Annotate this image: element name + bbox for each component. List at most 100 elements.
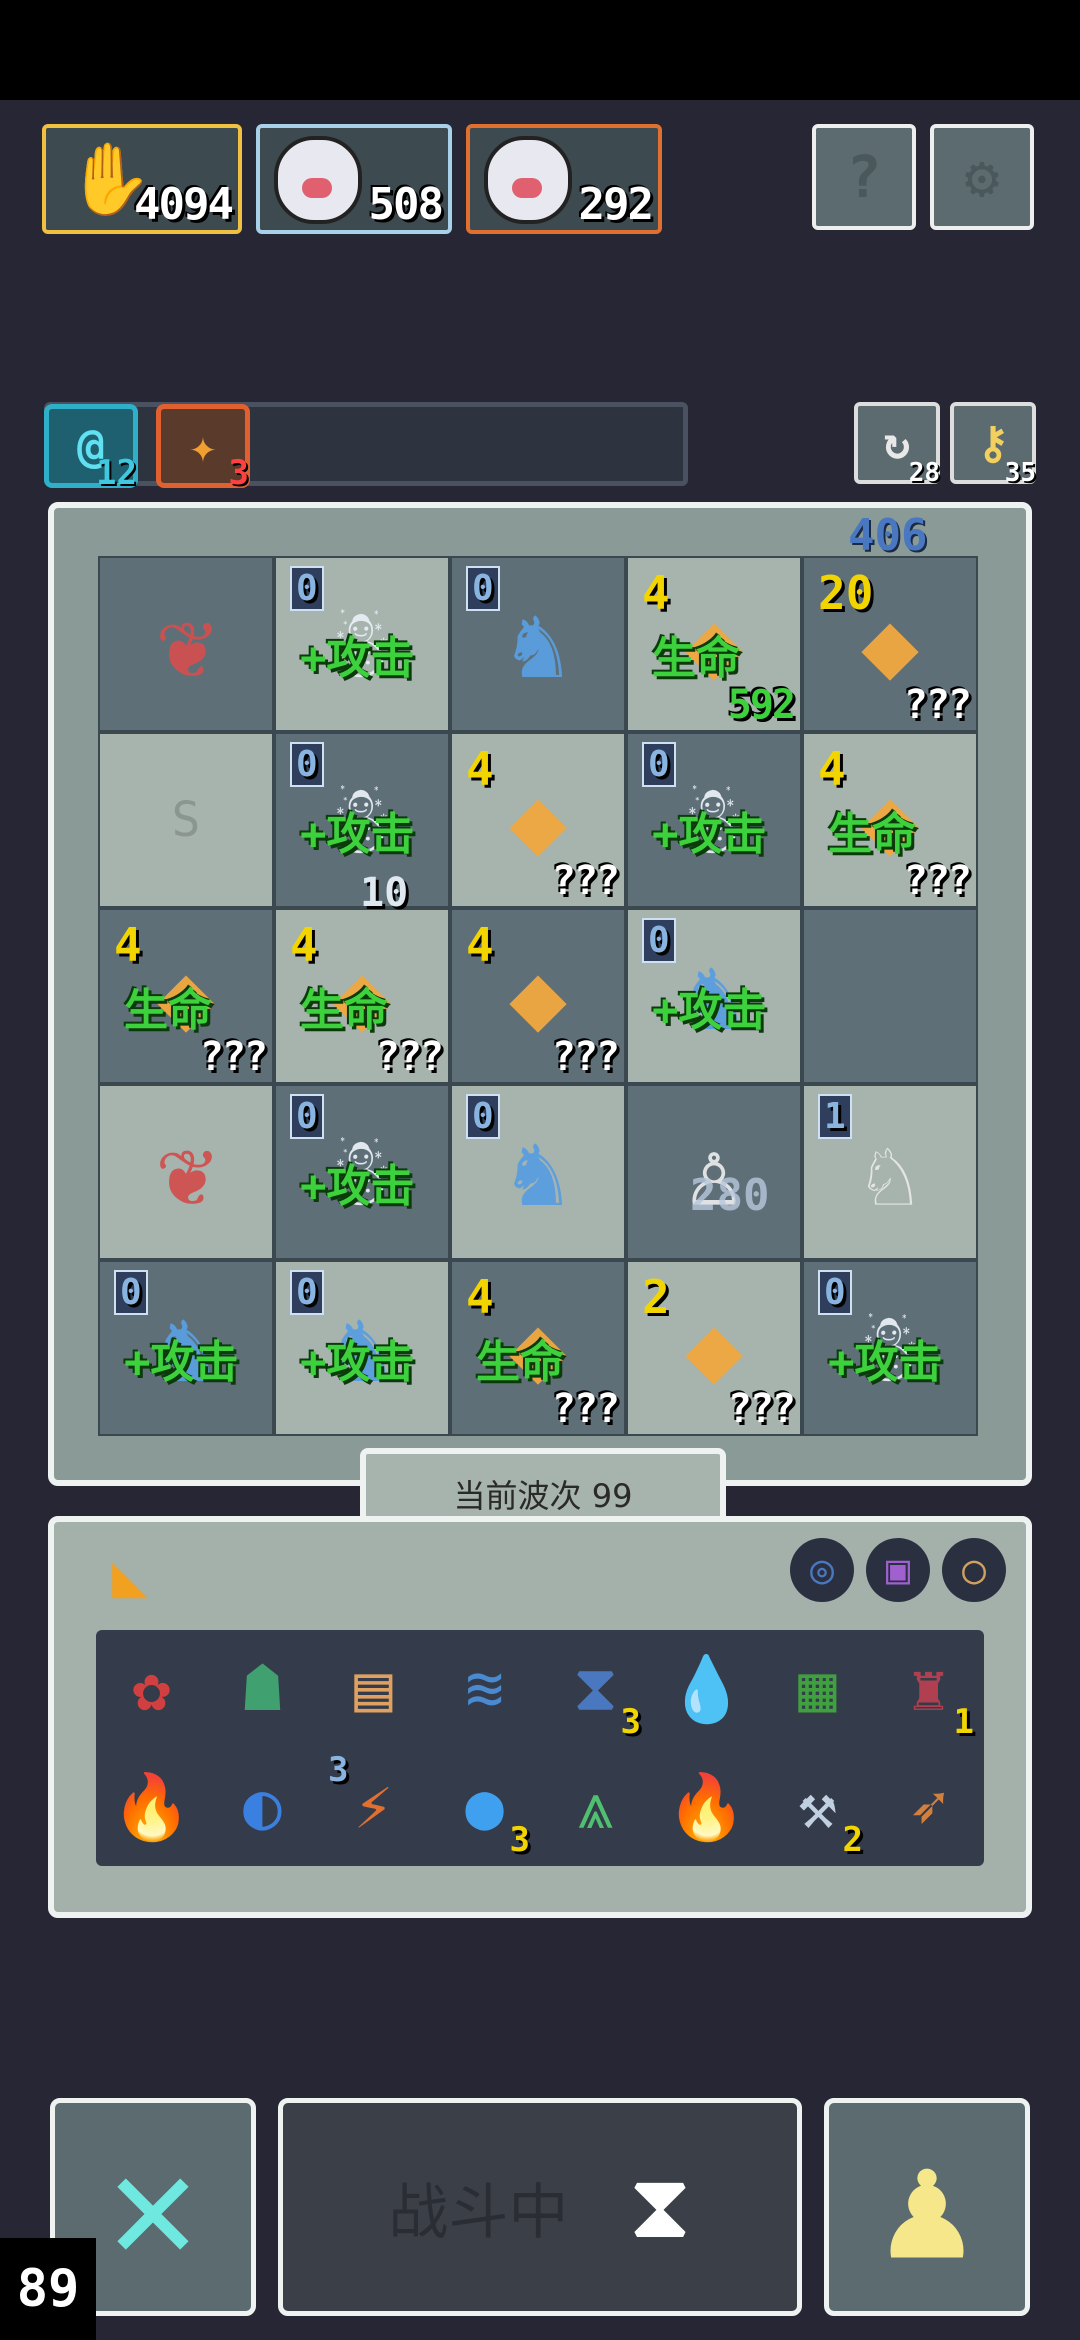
wave-label: 当前波次 99: [453, 1477, 633, 1515]
amulet-icon: ▣: [885, 1547, 911, 1593]
cell-effect-tag: +攻击: [652, 809, 767, 860]
key-count: 35: [1004, 458, 1036, 488]
inventory-tab[interactable]: ◣: [80, 1536, 180, 1616]
inventory-item[interactable]: ☗: [207, 1630, 318, 1748]
cell-effect-tag: +攻击: [828, 1337, 943, 1388]
inventory-item[interactable]: ⩓: [540, 1748, 651, 1866]
board-cell[interactable]: [802, 908, 978, 1084]
cell-level: 0: [466, 1094, 500, 1139]
spear-icon: ➶: [909, 1770, 948, 1844]
cell-value: ???: [375, 1034, 444, 1080]
board-cell[interactable]: ♞ 0 +攻击: [98, 1260, 274, 1436]
item-count: 3: [328, 1750, 349, 1790]
inventory-item[interactable]: ▤: [318, 1630, 429, 1748]
cell-effect-tag: 生命: [300, 985, 388, 1036]
cell-level: 0: [642, 742, 676, 787]
board-cell[interactable]: ◆ 4???: [450, 908, 626, 1084]
inventory-item[interactable]: ⚡ 3: [318, 1748, 429, 1866]
cell-level: 4: [466, 742, 494, 796]
inventory-grid: ✿ ☗ ▤ ≋ ⧗ 3 💧 ▦ ♜ 1 🔥 ◐ ⚡ 3 ● 3 ⩓ 🔥 ⚒ 2 ➶: [96, 1630, 984, 1866]
board-cell[interactable]: ◆ 4 生命???: [274, 908, 450, 1084]
cell-effect-tag: +攻击: [652, 985, 767, 1036]
empty-slot: S: [171, 792, 201, 848]
inventory-item[interactable]: 🔥: [651, 1748, 762, 1866]
fire-status[interactable]: ✦ 3: [156, 404, 250, 493]
board-cell[interactable]: ◆ 20???: [802, 556, 978, 732]
party-slot-2[interactable]: 508: [256, 124, 452, 234]
inventory-item[interactable]: ▦: [762, 1630, 873, 1748]
anvil-icon: ♜: [909, 1652, 948, 1726]
party-slot-3[interactable]: 292: [466, 124, 662, 234]
board-cell[interactable]: S: [98, 732, 274, 908]
board-cell[interactable]: ◆ 2???: [626, 1260, 802, 1436]
cell-level: 4: [290, 918, 318, 972]
crab-icon: ✿: [132, 1652, 171, 1726]
plant-icon: ❦: [157, 1116, 215, 1228]
board-cell[interactable]: ◆ 4 生命 592: [626, 556, 802, 732]
shield-status-count: 12: [96, 453, 137, 493]
board-cell[interactable]: ◆ 4???: [450, 732, 626, 908]
cell-level: 0: [114, 1270, 148, 1315]
cell-effect-tag: +攻击: [300, 809, 415, 860]
board-cell[interactable]: ❦: [98, 556, 274, 732]
party-slot-3-value: 292: [578, 179, 654, 230]
cell-value: 592: [727, 682, 796, 728]
inventory-item[interactable]: ≋: [429, 1630, 540, 1748]
fish-icon: ◐: [243, 1770, 282, 1844]
board-cell[interactable]: ☃ 0 +攻击: [802, 1260, 978, 1436]
buff-bar: [44, 402, 688, 486]
inventory-item[interactable]: ◐: [207, 1748, 318, 1866]
party-slot-2-value: 508: [368, 179, 444, 230]
inventory-item[interactable]: ⧗ 3: [540, 1630, 651, 1748]
inventory-item[interactable]: ✿: [96, 1630, 207, 1748]
board-cell[interactable]: ☃ 0 +攻击: [626, 732, 802, 908]
question-icon: ?: [846, 143, 882, 211]
inventory-item[interactable]: ⚒ 2: [762, 1748, 873, 1866]
key-button[interactable]: ⚷ 35: [950, 402, 1036, 488]
board-cell[interactable]: ♞ 0 +攻击: [626, 908, 802, 1084]
player-level: 89: [0, 2238, 96, 2340]
board-cell[interactable]: ♞ 0: [450, 556, 626, 732]
equip-slot-1[interactable]: ◎: [790, 1538, 854, 1602]
flame-icon: ✦: [189, 419, 217, 473]
board-grid: ❦ ☃ 0 +攻击 ♞ 0 ◆ 4 生命 592 ◆ 20??? S ☃ 0 +攻击 ◆ 4??? ☃ 0 +攻击 ◆ 4 生…: [98, 556, 978, 1436]
party-slot-1[interactable]: ✋ 4094: [42, 124, 242, 234]
battle-status-button[interactable]: 战斗中 ⧗: [278, 2098, 802, 2316]
board-cell[interactable]: ☃ 0 +攻击: [274, 556, 450, 732]
inventory-item[interactable]: 🔥: [96, 1748, 207, 1866]
board-cell[interactable]: ◆ 4 生命???: [98, 908, 274, 1084]
scroll-icon: ▤: [354, 1652, 393, 1726]
board-cell[interactable]: ❦: [98, 1084, 274, 1260]
equip-slot-3[interactable]: ○: [942, 1538, 1006, 1602]
inventory-item[interactable]: ➶: [873, 1748, 984, 1866]
inventory-item[interactable]: ♜ 1: [873, 1630, 984, 1748]
plant-icon: ❦: [157, 588, 215, 700]
cell-level: 20: [818, 566, 874, 620]
ring-icon: ◎: [809, 1547, 835, 1593]
board-cell[interactable]: ◆ 4 生命???: [450, 1260, 626, 1436]
player-level-value: 89: [16, 2259, 80, 2319]
cell-level: 0: [466, 566, 500, 611]
cell-value: ???: [903, 858, 972, 904]
shield-status[interactable]: @ 12: [44, 404, 138, 493]
character-button[interactable]: ♟: [824, 2098, 1030, 2316]
character-avatar: [484, 136, 572, 224]
cell-value: ???: [551, 1034, 620, 1080]
item-count: 2: [842, 1820, 863, 1860]
orb-icon: ●: [465, 1770, 504, 1844]
hourglass-icon: ⧗: [628, 2154, 692, 2259]
board-cell[interactable]: ♘ 1: [802, 1084, 978, 1260]
settings-button[interactable]: ⚙: [930, 124, 1034, 230]
cell-level: 4: [642, 566, 670, 620]
bracelet-icon: ○: [961, 1547, 987, 1593]
fire-tile-icon: 🔥: [111, 1770, 192, 1845]
board-cell[interactable]: ☃ 0 +攻击: [274, 1084, 450, 1260]
board-cell[interactable]: ♞ 0: [450, 1084, 626, 1260]
equip-slot-2[interactable]: ▣: [866, 1538, 930, 1602]
help-button[interactable]: ?: [812, 124, 916, 230]
board-cell[interactable]: ◆ 4 生命???: [802, 732, 978, 908]
inventory-item[interactable]: ● 3: [429, 1748, 540, 1866]
inventory-item[interactable]: 💧: [651, 1630, 762, 1748]
refresh-button[interactable]: ↻ 28: [854, 402, 940, 488]
board-cell[interactable]: ♞ 0 +攻击: [274, 1260, 450, 1436]
